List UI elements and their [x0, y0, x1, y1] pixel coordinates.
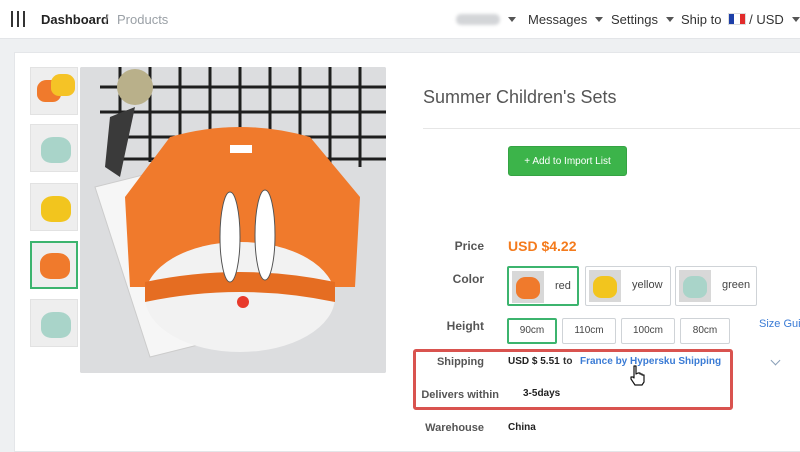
chevron-down-icon: [665, 17, 674, 22]
settings-menu[interactable]: Settings: [611, 12, 674, 27]
user-menu[interactable]: [456, 12, 516, 27]
chevron-down-icon: [791, 17, 800, 22]
settings-label: Settings: [611, 12, 658, 27]
chevron-down-icon: [595, 17, 604, 22]
price-label: Price: [454, 239, 484, 253]
divider: [423, 128, 800, 129]
ship-to-label: Ship to: [681, 12, 722, 27]
product-main-image: [80, 67, 386, 373]
color-option-label: green: [722, 279, 751, 291]
color-option-red[interactable]: red: [507, 266, 579, 306]
shipping-method-link[interactable]: France by Hypersku Shipping: [580, 356, 721, 367]
thumbnail-5[interactable]: [30, 299, 78, 347]
height-option-100cm[interactable]: 100cm: [621, 318, 675, 344]
messages-label: Messages: [528, 12, 588, 27]
breadcrumb-dashboard[interactable]: Dashboard: [41, 12, 109, 27]
chevron-down-icon: [508, 17, 516, 22]
height-label: Height: [446, 319, 484, 333]
breadcrumb-separator: /: [105, 12, 109, 27]
add-to-import-list-button[interactable]: + Add to Import List: [508, 146, 627, 176]
height-option-110cm[interactable]: 110cm: [562, 318, 616, 344]
thumbnail-1[interactable]: [30, 67, 78, 115]
delivers-value: 3-5days: [523, 388, 561, 399]
color-label: Color: [452, 272, 484, 286]
color-option-yellow[interactable]: yellow: [585, 266, 671, 306]
product-title: Summer Children's Sets: [423, 87, 617, 107]
height-option-90cm[interactable]: 90cm: [507, 318, 557, 344]
warehouse-value: China: [508, 422, 536, 433]
france-flag-icon: [728, 13, 747, 25]
delivers-label: Delivers within: [421, 389, 499, 401]
shipping-to-text: to: [563, 356, 573, 367]
color-option-label: red: [555, 280, 571, 292]
messages-menu[interactable]: Messages: [528, 12, 604, 27]
size-guide-link[interactable]: Size Gui: [759, 318, 800, 330]
height-option-80cm[interactable]: 80cm: [680, 318, 730, 344]
thumbnail-3[interactable]: [30, 183, 78, 231]
warehouse-label: Warehouse: [425, 422, 484, 434]
shipping-cost: USD $ 5.51: [508, 356, 560, 367]
price-value: USD $4.22: [508, 238, 577, 254]
hand-cursor-icon: [630, 365, 645, 386]
thumbnail-2[interactable]: [30, 124, 78, 172]
green-swatch: [679, 270, 711, 302]
shipping-label: Shipping: [436, 356, 484, 368]
breadcrumb-products: Products: [117, 12, 169, 27]
menu-icon[interactable]: [11, 11, 25, 27]
currency-label: / USD: [749, 12, 784, 27]
yellow-swatch: [589, 270, 621, 302]
top-bar: Dashboard / Products Messages Settings S…: [0, 0, 800, 39]
color-option-label: yellow: [632, 279, 663, 291]
red-swatch: [512, 271, 544, 303]
user-name-blurred: [456, 14, 500, 25]
ship-to-menu[interactable]: Ship to / USD: [681, 12, 800, 27]
thumbnail-4[interactable]: [30, 241, 78, 289]
color-option-green[interactable]: green: [675, 266, 757, 306]
